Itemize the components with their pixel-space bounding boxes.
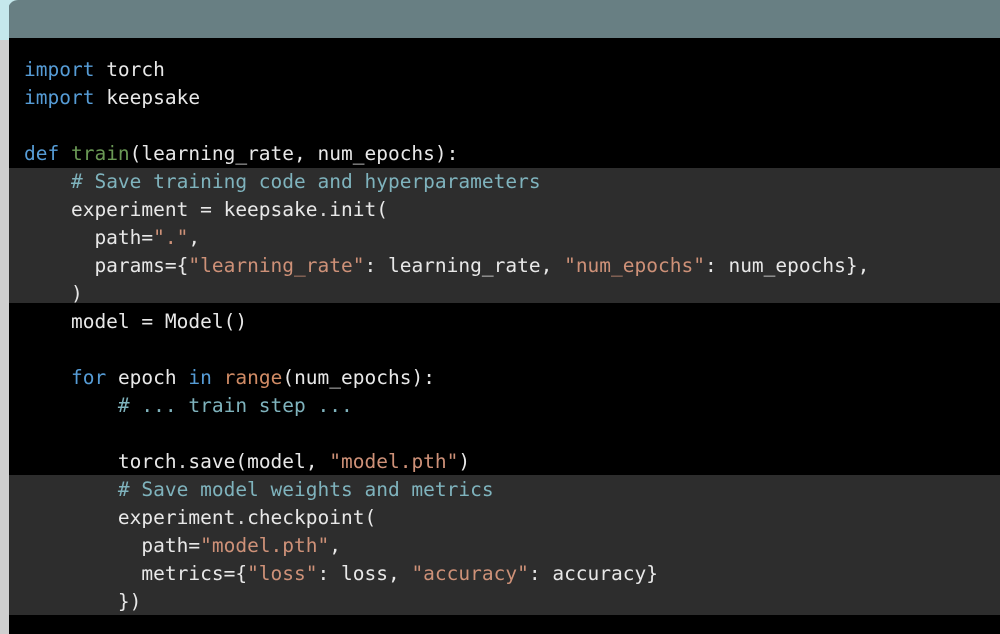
code-token: : learning_rate,: [364, 254, 565, 277]
code-token: model = Model(): [24, 310, 248, 333]
code-line-3[interactable]: [0, 112, 1000, 140]
code-token: experiment = keepsake: [24, 198, 318, 221]
code-token: : num_epochs},: [704, 254, 870, 277]
code-token: "loss": [247, 562, 318, 585]
code-token: "num_epochs": [564, 254, 705, 277]
page-left-edge: [0, 0, 9, 634]
code-token: ): [458, 450, 471, 473]
code-line-9[interactable]: ): [0, 280, 1000, 308]
code-token: ".": [153, 226, 189, 249]
code-line-6[interactable]: experiment = keepsake.init(: [0, 196, 1000, 224]
code-token: checkpoint(: [247, 506, 377, 529]
code-token: path=: [24, 226, 154, 249]
code-token: "model.pth": [329, 450, 459, 473]
code-token: train: [70, 142, 130, 165]
code-line-5[interactable]: # Save training code and hyperparameters: [0, 168, 1000, 196]
code-token: # Save training code and hyperparameters: [70, 170, 541, 193]
code-line-20[interactable]: }): [0, 588, 1000, 616]
code-token: metrics={: [24, 562, 248, 585]
code-token: "accuracy": [411, 562, 529, 585]
code-token: : accuracy}: [528, 562, 658, 585]
code-token: .: [176, 450, 189, 473]
code-token: (learning_rate, num_epochs):: [129, 142, 459, 165]
code-token: : loss,: [317, 562, 412, 585]
code-line-15[interactable]: torch.save(model, "model.pth"): [0, 448, 1000, 476]
code-token: .: [317, 198, 330, 221]
code-token: "learning_rate": [188, 254, 365, 277]
code-line-1[interactable]: import torch: [0, 56, 1000, 84]
code-token: torch: [94, 58, 165, 81]
code-line-18[interactable]: path="model.pth",: [0, 532, 1000, 560]
code-line-8[interactable]: params={"learning_rate": learning_rate, …: [0, 252, 1000, 280]
code-line-13[interactable]: # ... train step ...: [0, 392, 1000, 420]
code-token: .: [235, 506, 248, 529]
code-token: ): [24, 282, 83, 305]
code-token: def: [24, 142, 71, 165]
code-line-11[interactable]: [0, 336, 1000, 364]
screenshot-root: import torch import keepsake def train(lea…: [0, 0, 1000, 634]
code-token: keepsake: [94, 86, 201, 109]
code-token: # ... train step ...: [117, 394, 353, 417]
code-token: range: [223, 366, 283, 389]
code-token: ,: [188, 226, 201, 249]
code-line-16[interactable]: # Save model weights and metrics: [0, 476, 1000, 504]
code-token: experiment: [24, 506, 236, 529]
code-line-14[interactable]: [0, 420, 1000, 448]
code-lines-container[interactable]: import torch import keepsake def train(lea…: [0, 38, 1000, 634]
code-token: in: [188, 366, 212, 389]
code-token: ,: [329, 534, 341, 557]
code-line-2[interactable]: import keepsake: [0, 84, 1000, 112]
window-titlebar[interactable]: [8, 0, 1000, 38]
code-token: (num_epochs):: [282, 366, 435, 389]
code-line-10[interactable]: model = Model(): [0, 308, 1000, 336]
code-line-4[interactable]: def train(learning_rate, num_epochs):: [0, 140, 1000, 168]
code-line-7[interactable]: path=".",: [0, 224, 1000, 252]
code-token: init(: [329, 198, 388, 221]
code-token: path=: [24, 534, 201, 557]
code-line-17[interactable]: experiment.checkpoint(: [0, 504, 1000, 532]
code-token: save(model,: [188, 450, 330, 473]
code-token: for: [70, 366, 107, 389]
code-token: import: [24, 86, 95, 109]
code-token: }): [24, 590, 142, 613]
code-token: import: [24, 58, 95, 81]
code-token: torch: [24, 450, 177, 473]
code-token: "model.pth": [200, 534, 330, 557]
code-line-12[interactable]: for epoch in range(num_epochs):: [0, 364, 1000, 392]
page-left-edge-top: [0, 0, 9, 40]
code-token: # Save model weights and metrics: [117, 478, 494, 501]
code-token: params={: [24, 254, 189, 277]
code-token: epoch: [106, 366, 189, 389]
code-line-19[interactable]: metrics={"loss": loss, "accuracy": accur…: [0, 560, 1000, 588]
